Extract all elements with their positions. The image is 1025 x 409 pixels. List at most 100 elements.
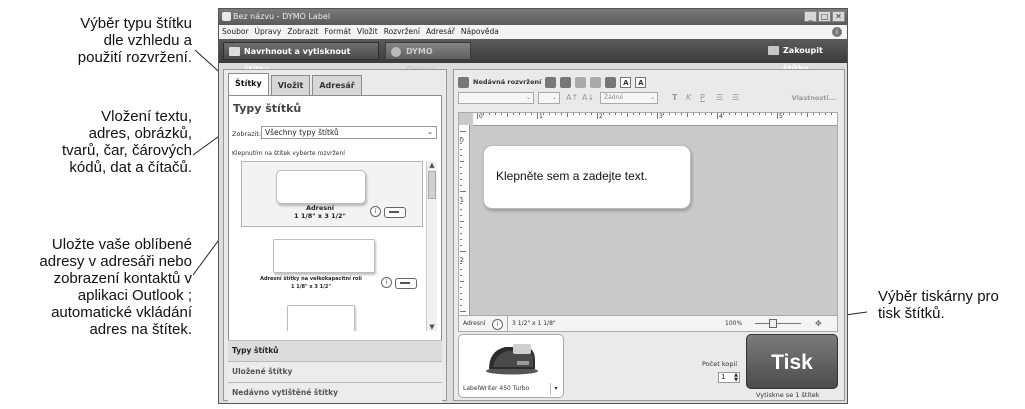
ruler-tick — [633, 113, 634, 115]
minimize-button[interactable]: _ — [804, 11, 817, 22]
label-option-name: Adresní štítky na velkokapacitní roli 1 … — [241, 275, 381, 291]
ruler-tick — [460, 239, 462, 240]
ruler-tick — [615, 113, 616, 115]
menu-edit[interactable]: Úpravy — [255, 25, 282, 39]
close-button[interactable]: ✕ — [832, 11, 845, 22]
annotation-label-type: Výběr typu štítku dle vzhledu a použití … — [77, 15, 192, 66]
ruler-tick — [561, 113, 562, 115]
ruler-tick — [460, 137, 462, 138]
label-option-partial[interactable] — [241, 301, 423, 331]
font-family-select[interactable]: ⌄ — [458, 92, 534, 104]
ruler-tick — [669, 113, 670, 115]
ruler-tick — [495, 113, 496, 115]
grow-text-icon[interactable]: A — [635, 76, 647, 88]
menu-format[interactable]: Formát — [325, 25, 351, 39]
ruler-tick — [460, 299, 462, 300]
ruler-tick — [460, 293, 462, 294]
zoom-slider-thumb[interactable] — [769, 319, 777, 328]
menu-address-book[interactable]: Adresář — [426, 25, 455, 39]
font-grow-icon[interactable]: A↑ — [566, 93, 578, 102]
recent-layouts-icon[interactable] — [458, 76, 469, 88]
label-printer-icon — [229, 47, 240, 56]
italic-icon[interactable]: K — [686, 93, 691, 102]
menu-help[interactable]: Nápověda — [461, 25, 499, 39]
copies-stepper[interactable]: 1 ▲ ▼ — [718, 372, 740, 383]
section-label-types[interactable]: Typy štítků — [228, 340, 442, 361]
ruler-tick — [460, 251, 466, 252]
info-icon[interactable]: i — [381, 277, 392, 288]
menu-view[interactable]: Zobrazit — [287, 25, 318, 39]
scroll-down-icon[interactable]: ▼ — [427, 323, 437, 331]
label-preview-shape — [287, 305, 355, 331]
print-icon[interactable] — [560, 76, 572, 88]
info-icon[interactable]: i — [492, 319, 503, 330]
scroll-up-icon[interactable]: ▲ — [427, 161, 437, 169]
scroll-thumb[interactable] — [428, 171, 436, 199]
tab-address-book[interactable]: Adresář — [312, 75, 362, 96]
tab-insert[interactable]: Vložit — [270, 75, 311, 96]
menu-file[interactable]: Soubor — [222, 25, 249, 39]
save-icon[interactable] — [545, 76, 557, 88]
app-window: Bez názvu - DYMO Label _ □ ✕ Soubor Úpra… — [218, 8, 848, 404]
align-left-icon[interactable]: ☰ — [716, 93, 723, 102]
ruler-tick — [759, 113, 760, 115]
help-icon[interactable]: i — [832, 27, 842, 37]
properties-button[interactable]: Vlastnosti... — [792, 94, 836, 102]
section-recently-printed[interactable]: Nedávno vytištěné štítky — [228, 382, 442, 403]
label-option-address[interactable]: Adresní 1 1/8" x 3 1/2" i — [241, 161, 423, 227]
buy-labels-button[interactable]: Zakoupit štítky — [763, 42, 843, 73]
ruler-tick — [705, 113, 706, 115]
label-list-scrollbar[interactable]: ▲ ▼ — [426, 161, 437, 331]
label-edit-area[interactable]: Klepněte sem a zadejte text. — [483, 145, 691, 209]
ruler-tick — [819, 113, 820, 115]
label-text-placeholder[interactable]: Klepněte sem a zadejte text. — [496, 169, 647, 183]
shrink-text-icon[interactable]: A — [620, 76, 632, 88]
label-select-hint: Klepnutím na štítek vyberte rozvržení — [232, 150, 345, 157]
ruler-tick — [579, 113, 580, 115]
label-option-address-high-capacity[interactable]: Adresní štítky na velkokapacitní roli 1 … — [241, 233, 423, 299]
fit-to-window-icon[interactable]: ✥ — [815, 319, 824, 328]
ruler-tick — [477, 113, 478, 119]
ruler-tick — [543, 113, 544, 115]
ruler-tick — [777, 113, 778, 119]
ruler-tick — [711, 113, 712, 115]
info-icon[interactable]: i — [370, 206, 381, 217]
spinner-icon[interactable]: ▲ ▼ — [734, 373, 738, 383]
design-print-button[interactable]: Navrhnout a vytisknout štítky — [223, 42, 379, 74]
printer-selector[interactable]: LabelWriter 450 Turbo ▾ — [458, 334, 564, 398]
ruler-tick — [837, 113, 838, 119]
section-saved-labels[interactable]: Uložené štítky — [228, 361, 442, 382]
copies-value: 1 — [721, 373, 726, 381]
underline-icon[interactable]: P — [700, 93, 705, 102]
status-label-type: Adresní — [463, 320, 486, 327]
globe-icon — [391, 47, 401, 57]
tab-labels[interactable]: Štítky — [228, 73, 269, 96]
maximize-button[interactable]: □ — [818, 11, 831, 22]
bold-icon[interactable]: T — [672, 93, 677, 102]
ruler-tick — [693, 113, 694, 115]
font-shrink-icon[interactable]: A↓ — [582, 93, 594, 102]
ruler-tick — [460, 149, 462, 150]
menu-insert[interactable]: Vložit — [357, 25, 378, 39]
undo-icon[interactable] — [590, 76, 602, 88]
ruler-tick — [460, 263, 462, 264]
address-icon[interactable] — [605, 76, 617, 88]
chevron-down-icon[interactable]: ▾ — [550, 383, 561, 395]
ruler-tick — [741, 113, 742, 115]
zoom-slider-track[interactable] — [755, 323, 801, 324]
label-type-list: Adresní 1 1/8" x 3 1/2" i Adresní štítky… — [241, 161, 423, 331]
align-center-icon[interactable]: ☰ — [732, 93, 739, 102]
print-button[interactable]: Tisk — [746, 334, 838, 389]
label-type-filter-select[interactable]: Všechny typy štítků ⌄ — [261, 126, 437, 139]
paste-icon[interactable] — [575, 76, 587, 88]
ruler-tick — [687, 113, 688, 117]
dymo-online-button[interactable]: DYMO Online — [385, 42, 471, 74]
ruler-tick — [639, 113, 640, 115]
ruler-tick — [460, 191, 466, 192]
menu-layout[interactable]: Rozvržení — [384, 25, 420, 39]
ruler-tick — [771, 113, 772, 115]
ruler-tick — [460, 167, 462, 168]
font-size-select[interactable]: ⌄ — [538, 92, 560, 104]
recent-layouts-label[interactable]: Nedávná rozvržení — [473, 78, 541, 86]
text-style-select[interactable]: Žádné ⌄ — [600, 92, 658, 104]
